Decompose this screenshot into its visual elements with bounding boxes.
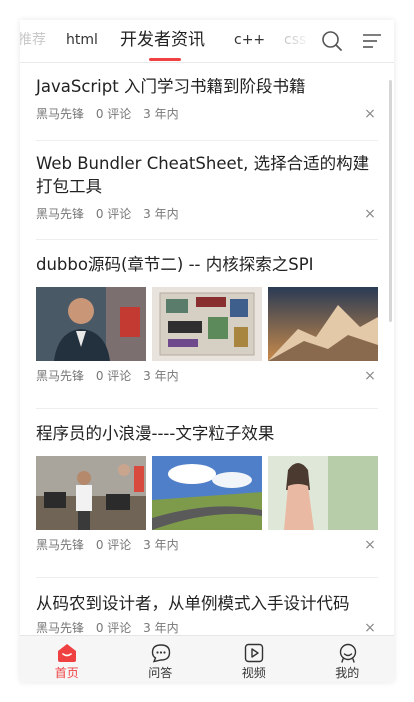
dismiss-icon[interactable]: × xyxy=(362,106,378,122)
article-title[interactable]: JavaScript 入门学习书籍到阶段书籍 xyxy=(36,75,378,98)
nav-video-label: 视频 xyxy=(241,666,266,680)
nav-home[interactable]: 首页 xyxy=(20,636,114,682)
article-title[interactable]: dubbo源码(章节二) -- 内核探索之SPI xyxy=(36,253,378,276)
article-author: 黑马先锋 xyxy=(36,107,85,121)
news-feed[interactable]: JavaScript 入门学习书籍到阶段书籍 黑马先锋 0 评论 3 年内 × … xyxy=(20,63,394,635)
article-time: 3 年内 xyxy=(143,107,179,121)
article-author: 黑马先锋 xyxy=(36,369,85,383)
article-comments: 0 评论 xyxy=(95,207,132,221)
thumbnail-road[interactable] xyxy=(152,456,262,530)
article-time: 3 年内 xyxy=(143,369,179,383)
article-time: 3 年内 xyxy=(143,621,179,635)
divider xyxy=(36,408,378,409)
article-time: 3 年内 xyxy=(143,207,179,221)
video-play-icon xyxy=(244,643,264,663)
dismiss-icon[interactable]: × xyxy=(362,537,378,553)
article-title[interactable]: 从码农到设计者，从单例模式入手设计代码 xyxy=(36,592,378,615)
article-title[interactable]: 程序员的小浪漫----文字粒子效果 xyxy=(36,422,378,445)
menu-lines-icon xyxy=(363,34,381,48)
article-author: 黑马先锋 xyxy=(36,538,85,552)
article-comments: 0 评论 xyxy=(95,107,132,121)
feed-scrollbar[interactable] xyxy=(389,80,392,322)
article-meta: 黑马先锋 0 评论 3 年内 xyxy=(36,368,187,384)
article-author: 黑马先锋 xyxy=(36,207,85,221)
tab-recommend[interactable]: 推荐 xyxy=(20,20,46,62)
nav-profile-label: 我的 xyxy=(335,666,360,680)
article-comments: 0 评论 xyxy=(95,538,132,552)
tab-cpp[interactable]: c++ xyxy=(234,20,265,62)
thumbnail-portrait[interactable] xyxy=(36,287,146,361)
nav-qa[interactable]: 问答 xyxy=(114,636,208,682)
tab-fade-overlay xyxy=(288,20,312,62)
article-thumbnails xyxy=(36,287,378,361)
thumbnail-mountain[interactable] xyxy=(268,287,378,361)
article-comments: 0 评论 xyxy=(95,621,132,635)
divider xyxy=(36,140,378,141)
dismiss-icon[interactable]: × xyxy=(362,206,378,222)
article-item[interactable]: Web Bundler CheatSheet, 选择合适的构建打包工具 黑马先锋… xyxy=(36,152,378,222)
dismiss-icon[interactable]: × xyxy=(362,620,378,635)
thumbnail-classroom[interactable] xyxy=(36,456,146,530)
active-tab-indicator xyxy=(149,58,181,61)
divider xyxy=(36,577,378,578)
thumbnail-woman[interactable] xyxy=(268,456,378,530)
dismiss-icon[interactable]: × xyxy=(362,368,378,384)
article-time: 3 年内 xyxy=(143,538,179,552)
article-comments: 0 评论 xyxy=(95,369,132,383)
article-item[interactable]: 程序员的小浪漫----文字粒子效果 黑马先锋 0 评论 3 年内 × xyxy=(36,422,378,553)
app-frame: 推荐 html 开发者资讯 c++ css JavaScript 入门学习书籍到… xyxy=(20,20,394,682)
thumbnail-circuit-board[interactable] xyxy=(152,287,262,361)
article-author: 黑马先锋 xyxy=(36,621,85,635)
article-meta: 黑马先锋 0 评论 3 年内 xyxy=(36,537,187,553)
nav-qa-label: 问答 xyxy=(148,666,173,680)
article-meta: 黑马先锋 0 评论 3 年内 xyxy=(36,106,187,122)
channel-tab-bar: 推荐 html 开发者资讯 c++ css xyxy=(20,20,394,63)
tab-html[interactable]: html xyxy=(66,20,98,62)
search-button[interactable] xyxy=(312,20,352,62)
bottom-navigation: 首页 问答 视频 我的 xyxy=(20,635,394,682)
profile-face-icon xyxy=(339,643,356,663)
article-thumbnails xyxy=(36,456,378,530)
article-item[interactable]: 从码农到设计者，从单例模式入手设计代码 黑马先锋 0 评论 3 年内 × xyxy=(36,592,378,635)
nav-profile[interactable]: 我的 xyxy=(301,636,395,682)
tab-dev-news[interactable]: 开发者资讯 xyxy=(120,20,205,62)
channel-menu-button[interactable] xyxy=(352,20,392,62)
search-icon xyxy=(322,31,342,51)
chat-bubble-icon xyxy=(151,644,170,663)
nav-home-label: 首页 xyxy=(54,666,79,680)
article-meta: 黑马先锋 0 评论 3 年内 xyxy=(36,206,187,222)
home-icon xyxy=(58,644,76,662)
article-item[interactable]: JavaScript 入门学习书籍到阶段书籍 黑马先锋 0 评论 3 年内 × xyxy=(36,75,378,122)
article-title[interactable]: Web Bundler CheatSheet, 选择合适的构建打包工具 xyxy=(36,152,378,198)
article-item[interactable]: dubbo源码(章节二) -- 内核探索之SPI 黑马先锋 0 评论 3 年内 … xyxy=(36,253,378,384)
nav-video[interactable]: 视频 xyxy=(207,636,301,682)
divider xyxy=(36,239,378,240)
article-meta: 黑马先锋 0 评论 3 年内 xyxy=(36,620,187,635)
